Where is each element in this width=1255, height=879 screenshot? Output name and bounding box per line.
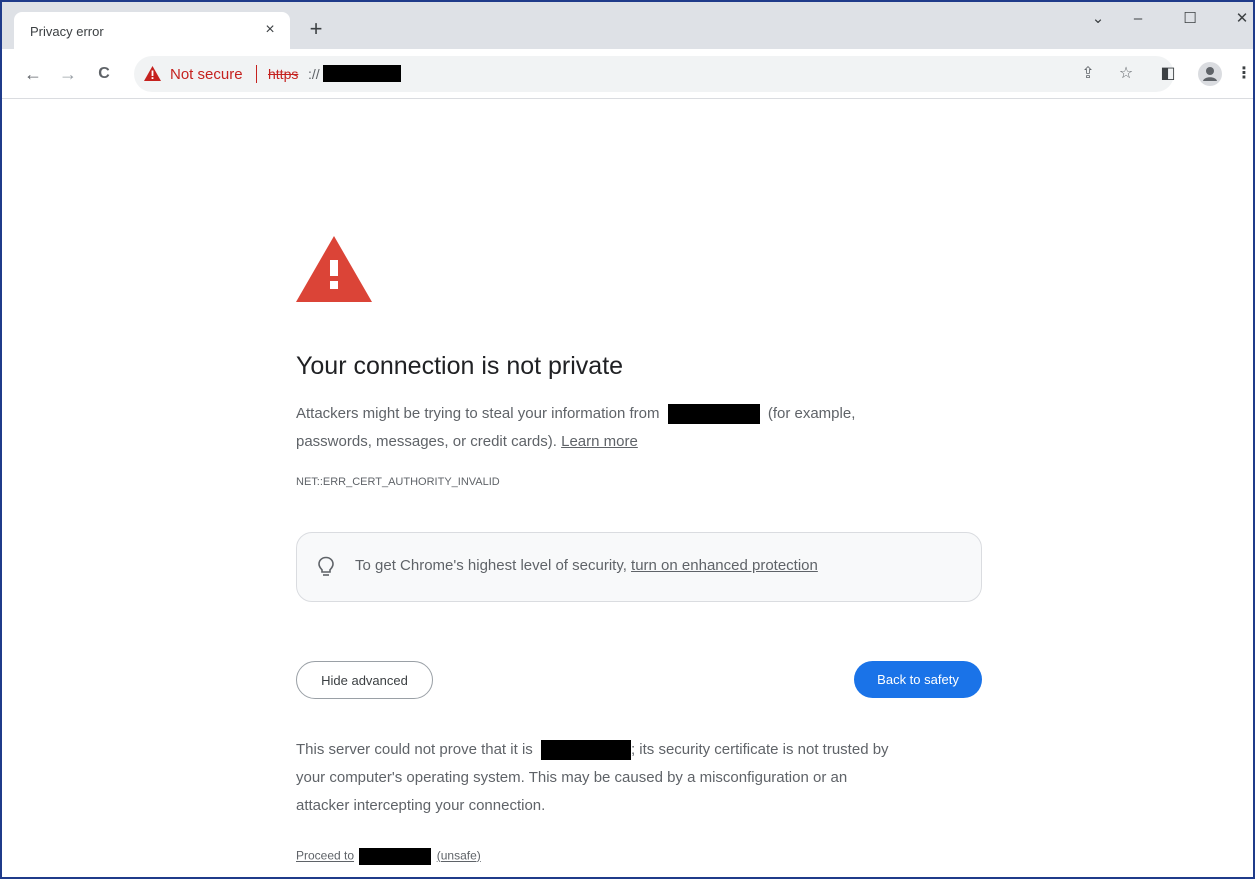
redacted-hostname bbox=[323, 65, 401, 82]
url-separator: :// bbox=[308, 66, 320, 82]
error-code: NET::ERR_CERT_AUTHORITY_INVALID bbox=[296, 476, 500, 488]
learn-more-link[interactable]: Learn more bbox=[561, 433, 638, 450]
profile-avatar-icon[interactable] bbox=[1198, 62, 1222, 86]
intro-text-after: (for example, bbox=[767, 405, 856, 422]
redacted-hostname bbox=[540, 740, 631, 761]
detail-text-line3: attacker intercepting your connection. bbox=[296, 797, 546, 814]
proceed-text-after[interactable]: (unsafe) bbox=[437, 849, 481, 863]
detail-text-line2: your computer's operating system. This m… bbox=[296, 769, 848, 786]
intro-text-before: Attackers might be trying to steal your … bbox=[296, 405, 660, 422]
hide-advanced-button[interactable]: Hide advanced bbox=[296, 661, 433, 699]
enhanced-protection-tip: To get Chrome's highest level of securit… bbox=[296, 532, 982, 602]
tab-title: Privacy error bbox=[30, 24, 104, 39]
proceed-link[interactable]: Proceed to (unsafe) bbox=[296, 848, 481, 865]
proceed-text-before[interactable]: Proceed to bbox=[296, 849, 354, 863]
menu-kebab-icon[interactable]: ⋮ bbox=[1232, 62, 1253, 86]
intro-paragraph: Attackers might be trying to steal your … bbox=[296, 400, 855, 456]
page-title: Your connection is not private bbox=[296, 352, 624, 380]
not-secure-warning-icon bbox=[144, 66, 161, 81]
security-chip-label[interactable]: Not secure bbox=[170, 66, 243, 83]
tab-privacy-error[interactable]: Privacy error × bbox=[14, 12, 290, 49]
reload-icon[interactable]: C bbox=[92, 62, 116, 86]
intro-text-line2: passwords, messages, or credit cards). bbox=[296, 433, 557, 450]
close-tab-icon[interactable]: × bbox=[260, 20, 280, 40]
redacted-hostname bbox=[667, 404, 760, 425]
details-paragraph: This server could not prove that it is ;… bbox=[296, 736, 889, 820]
tip-text-prefix: To get Chrome's highest level of securit… bbox=[355, 557, 627, 574]
url-scheme: https bbox=[268, 66, 299, 82]
browser-window: Privacy error × + ⌄ – ☐ ✕ ← → C Not secu… bbox=[0, 0, 1255, 879]
minimize-icon[interactable]: – bbox=[1124, 8, 1152, 32]
warning-triangle-icon bbox=[296, 236, 372, 302]
forward-arrow-icon[interactable]: → bbox=[56, 62, 80, 86]
detail-text-before: This server could not prove that it is bbox=[296, 741, 533, 758]
address-bar[interactable]: Not secure https :// ⇪ ☆ bbox=[134, 56, 1174, 92]
close-window-icon[interactable]: ✕ bbox=[1228, 8, 1253, 32]
detail-text-after: ; its security certificate is not truste… bbox=[630, 741, 889, 758]
share-icon[interactable]: ⇪ bbox=[1078, 64, 1098, 84]
redacted-hostname bbox=[359, 848, 432, 865]
tip-text: To get Chrome's highest level of securit… bbox=[355, 557, 818, 574]
back-to-safety-button[interactable]: Back to safety bbox=[854, 661, 982, 698]
back-arrow-icon[interactable]: ← bbox=[21, 62, 45, 86]
enhanced-protection-link[interactable]: turn on enhanced protection bbox=[631, 557, 818, 574]
maximize-icon[interactable]: ☐ bbox=[1176, 8, 1204, 32]
bookmark-star-icon[interactable]: ☆ bbox=[1116, 64, 1136, 84]
side-panel-icon[interactable]: ◧ bbox=[1156, 62, 1180, 86]
new-tab-icon[interactable]: + bbox=[304, 18, 328, 42]
tab-strip: Privacy error × + ⌄ – ☐ ✕ bbox=[2, 2, 1253, 49]
tab-search-chevron-icon[interactable]: ⌄ bbox=[1084, 8, 1112, 32]
browser-toolbar: ← → C Not secure https :// ⇪ ☆ ◧ ⋮ bbox=[2, 49, 1253, 99]
omnibox-separator bbox=[256, 65, 257, 83]
lightbulb-icon bbox=[318, 556, 334, 576]
